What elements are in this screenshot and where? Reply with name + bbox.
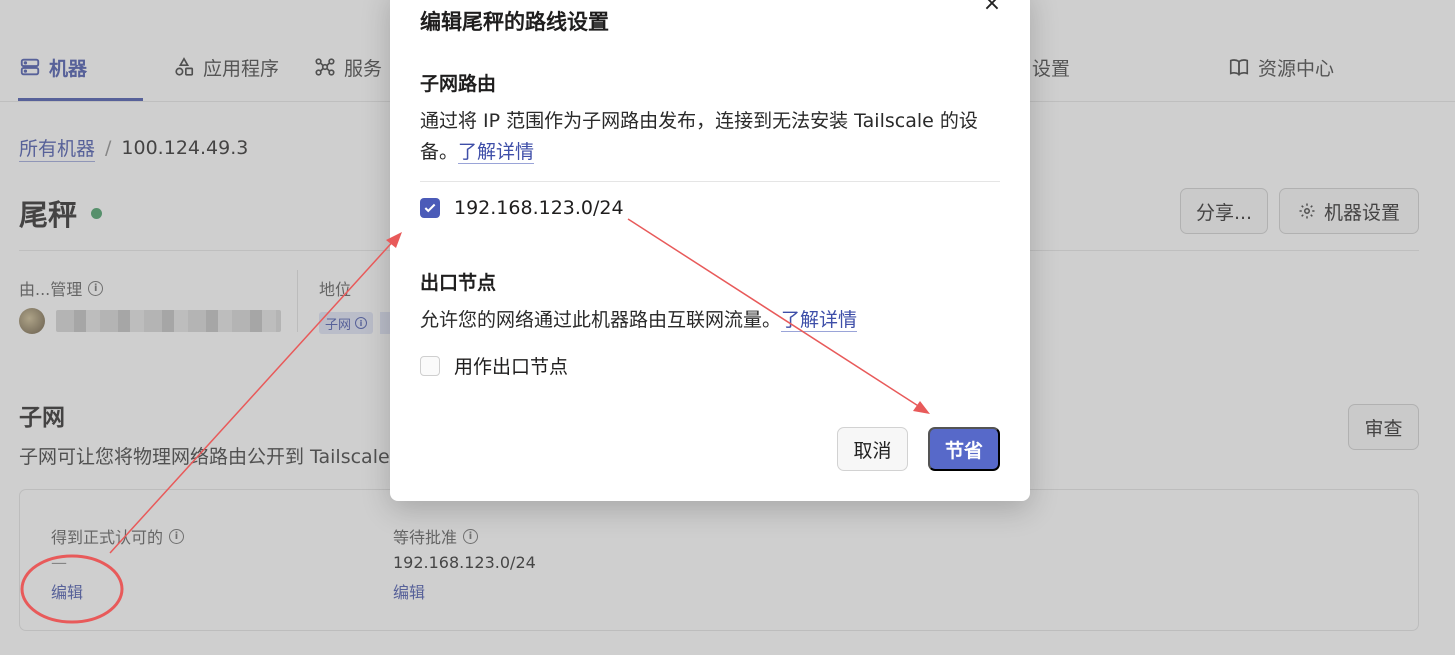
exit-learn-more-link[interactable]: 了解详情 — [781, 309, 858, 332]
dialog-divider — [420, 181, 1000, 182]
route-label: 192.168.123.0/24 — [454, 197, 624, 219]
edit-route-settings-dialog: 编辑尾秤的路线设置 × 子网路由 通过将 IP 范围作为子网路由发布，连接到无法… — [390, 0, 1030, 501]
subnet-routes-heading: 子网路由 — [420, 73, 497, 95]
exit-node-option[interactable]: 用作出口节点 — [420, 352, 568, 379]
exit-node-heading: 出口节点 — [420, 272, 497, 294]
subnet-learn-more-link[interactable]: 了解详情 — [458, 141, 535, 164]
exit-node-label: 用作出口节点 — [454, 356, 569, 378]
check-icon — [424, 203, 436, 213]
route-option[interactable]: 192.168.123.0/24 — [420, 197, 624, 219]
exit-node-checkbox[interactable] — [420, 355, 440, 376]
subnet-routes-description: 通过将 IP 范围作为子网路由发布，连接到无法安装 Tailscale 的设备。… — [420, 106, 1005, 168]
cancel-button[interactable]: 取消 — [837, 427, 908, 471]
dialog-title: 编辑尾秤的路线设置 — [420, 10, 609, 34]
save-button[interactable]: 节省 — [928, 427, 1000, 471]
close-icon[interactable]: × — [980, 0, 1004, 16]
exit-node-description: 允许您的网络通过此机器路由互联网流量。了解详情 — [420, 305, 1005, 336]
exit-desc-text: 允许您的网络通过此机器路由互联网流量。 — [420, 309, 782, 331]
route-checkbox[interactable] — [420, 198, 440, 218]
